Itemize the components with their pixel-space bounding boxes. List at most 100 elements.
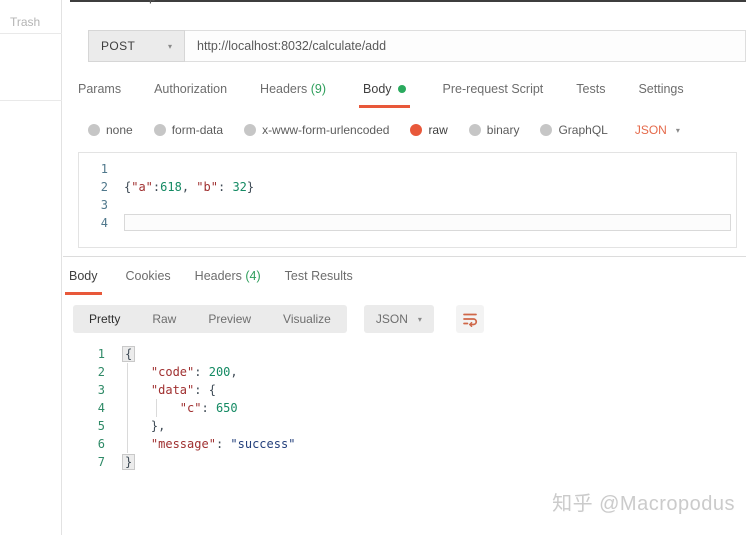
body-mode-binary[interactable]: binary (468, 123, 520, 137)
view-mode-visualize[interactable]: Visualize (267, 305, 347, 333)
code-content[interactable] (124, 214, 731, 231)
response-language-dropdown[interactable]: JSON ▾ (363, 305, 434, 333)
unsaved-changes-dot (397, 85, 406, 93)
request-tab-params[interactable]: Params (78, 82, 121, 105)
code-line: 6 "message": "success" (65, 435, 725, 453)
token-punct: }, (150, 419, 166, 433)
token-key: "message" (150, 437, 216, 451)
response-tab-body[interactable]: Body (65, 269, 102, 295)
code-content[interactable]: {"a":618, "b": 32} (124, 178, 736, 196)
tab-label: Cookies (125, 269, 171, 283)
token-punct: : (201, 401, 216, 415)
line-number: 1 (97, 347, 105, 361)
token-key: "a" (131, 180, 153, 194)
body-mode-none[interactable]: none (88, 123, 133, 137)
radio-icon (88, 124, 100, 136)
radio-icon (468, 124, 481, 136)
request-body-editor[interactable]: 1 2 {"a":618, "b": 32} 3 4 (78, 152, 737, 248)
tab-label: Authorization (154, 82, 228, 96)
request-tab-headers[interactable]: Headers (9) (260, 82, 326, 105)
code-content: "message": "success" (122, 435, 296, 453)
code-line: 1{ (65, 345, 725, 363)
tab-label: Params (78, 82, 122, 96)
tab-label: Tests (576, 82, 606, 96)
radio-icon (410, 124, 423, 136)
request-language-label: JSON (634, 123, 667, 137)
view-mode-preview[interactable]: Preview (192, 305, 267, 333)
body-mode-label: form-data (171, 123, 224, 137)
code-content[interactable] (124, 160, 736, 178)
sidebar-divider (0, 100, 62, 101)
sidebar-item-trash[interactable]: Trash (10, 15, 40, 29)
request-tab-body[interactable]: Body (359, 82, 410, 108)
response-tab-headers[interactable]: Headers (4) (195, 269, 261, 295)
line-number: 5 (97, 419, 105, 433)
token-punct: : (215, 437, 231, 451)
view-mode-raw[interactable]: Raw (136, 305, 192, 333)
request-language-dropdown[interactable]: JSON ▾ (635, 123, 680, 137)
method-dropdown[interactable]: POST ▾ (88, 30, 185, 62)
code-content[interactable] (124, 196, 736, 214)
body-mode-x-www-form-urlencoded[interactable]: x-www-form-urlencoded (244, 123, 389, 137)
indent-guide (156, 399, 157, 417)
code-content: "c": 650 (122, 399, 238, 417)
token-key: "code" (150, 365, 195, 379)
code-content: }, (122, 417, 165, 435)
code-line: 3 (79, 196, 736, 214)
tab-label: Test Results (284, 269, 353, 283)
method-label: POST (101, 39, 136, 53)
response-toolbar: Pretty Raw Preview Visualize JSON ▾ (73, 305, 484, 333)
token-key: "b" (196, 180, 218, 194)
code-line: 7} (65, 453, 725, 471)
indent-guide (127, 363, 128, 453)
body-mode-label: x-www-form-urlencoded (262, 123, 390, 137)
url-input[interactable] (185, 30, 746, 62)
token-str: "success" (230, 437, 296, 451)
watermark: 知乎 @Macropodus (552, 493, 735, 515)
code-line: 2 "code": 200, (65, 363, 725, 381)
body-mode-label: binary (486, 123, 520, 137)
cut-off-tab-text: p (149, 0, 163, 5)
code-content: "code": 200, (122, 363, 238, 381)
request-tabs: Params Authorization Headers (9) Body Pre-re… (78, 82, 684, 108)
token-num: 200 (208, 365, 231, 379)
line-number: 4 (100, 216, 108, 230)
code-line: 5 }, (65, 417, 725, 435)
line-number: 2 (100, 180, 108, 194)
response-tab-test-results[interactable]: Test Results (285, 269, 353, 295)
chevron-down-icon: ▾ (417, 314, 422, 324)
code-line: 3 "data": { (65, 381, 725, 399)
code-line: 1 (79, 160, 736, 178)
response-tab-cookies[interactable]: Cookies (126, 269, 171, 295)
tab-label: Settings (638, 82, 684, 96)
request-tab-tests[interactable]: Tests (576, 82, 605, 105)
sidebar-divider (0, 33, 62, 34)
body-mode-label: raw (428, 123, 448, 137)
request-tab-pre-request-script[interactable]: Pre-request Script (443, 82, 544, 105)
wrap-text-icon (463, 313, 477, 327)
body-mode-selector: none form-data x-www-form-urlencoded raw bin… (88, 120, 680, 140)
sidebar: Trash (0, 0, 62, 535)
body-mode-form-data[interactable]: form-data (153, 123, 224, 137)
token-punct: { (208, 383, 216, 397)
request-tab-authorization[interactable]: Authorization (154, 82, 227, 105)
token-punct: } (246, 180, 255, 194)
body-mode-graphql[interactable]: GraphQL (540, 123, 608, 137)
token-key: "data" (150, 383, 195, 397)
token-num: 32 (232, 180, 247, 194)
token-num: 618 (160, 180, 182, 194)
response-body-viewer[interactable]: 1{2 "code": 200, 3 "data": {4 "c": 650 5 }… (65, 345, 725, 471)
tab-label: Headers (260, 82, 308, 96)
response-tabs: Body Cookies Headers (4) Test Results (65, 269, 353, 295)
tab-label: Headers (194, 269, 242, 283)
request-tab-settings[interactable]: Settings (638, 82, 683, 105)
body-mode-raw[interactable]: raw (410, 123, 448, 137)
body-mode-options: none form-data x-www-form-urlencoded raw bin… (88, 123, 608, 137)
url-bar: POST ▾ (88, 30, 746, 62)
postman-window: Trash p POST ▾ Params Authorization Header… (0, 0, 746, 535)
section-divider (63, 256, 746, 257)
view-mode-pretty[interactable]: Pretty (73, 305, 136, 333)
radio-icon (153, 124, 166, 136)
token-punct: , (181, 180, 197, 194)
wrap-text-button[interactable] (455, 305, 484, 333)
